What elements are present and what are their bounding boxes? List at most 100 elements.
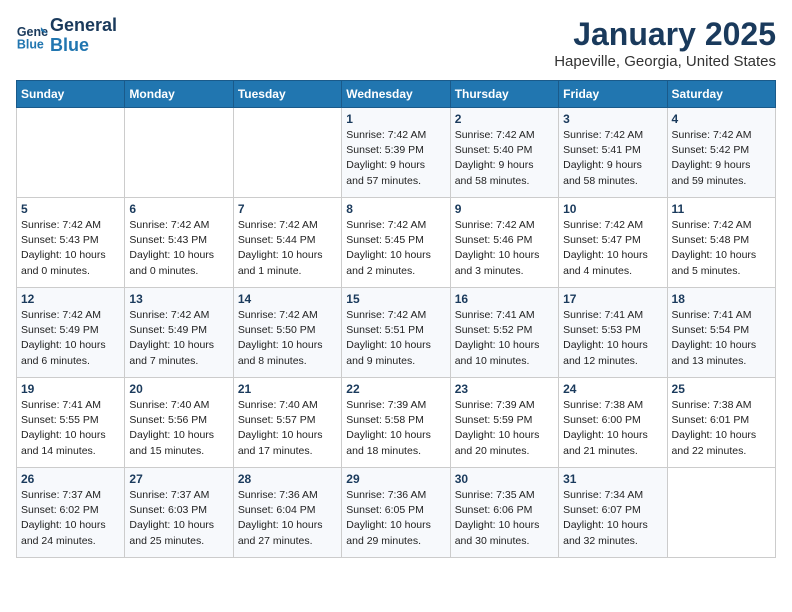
day-info: Sunrise: 7:35 AMSunset: 6:06 PMDaylight:… bbox=[455, 488, 554, 549]
calendar-cell: 8 Sunrise: 7:42 AMSunset: 5:45 PMDaylight… bbox=[342, 198, 450, 288]
calendar-cell: 21 Sunrise: 7:40 AMSunset: 5:57 PMDayligh… bbox=[233, 378, 341, 468]
day-number: 26 bbox=[21, 472, 120, 486]
title-block: January 2025 Hapeville, Georgia, United … bbox=[554, 16, 776, 70]
calendar-cell: 4 Sunrise: 7:42 AMSunset: 5:42 PMDaylight… bbox=[667, 108, 775, 198]
day-number: 9 bbox=[455, 202, 554, 216]
calendar-cell: 23 Sunrise: 7:39 AMSunset: 5:59 PMDayligh… bbox=[450, 378, 558, 468]
day-info: Sunrise: 7:42 AMSunset: 5:48 PMDaylight:… bbox=[672, 218, 771, 279]
header: General Blue General Blue January 2025 H… bbox=[16, 16, 776, 70]
day-info: Sunrise: 7:42 AMSunset: 5:51 PMDaylight:… bbox=[346, 308, 445, 369]
calendar-cell: 18 Sunrise: 7:41 AMSunset: 5:54 PMDayligh… bbox=[667, 288, 775, 378]
calendar-table: SundayMondayTuesdayWednesdayThursdayFrid… bbox=[16, 80, 776, 558]
day-info: Sunrise: 7:42 AMSunset: 5:40 PMDaylight:… bbox=[455, 128, 554, 189]
day-info: Sunrise: 7:36 AMSunset: 6:05 PMDaylight:… bbox=[346, 488, 445, 549]
day-info: Sunrise: 7:39 AMSunset: 5:59 PMDaylight:… bbox=[455, 398, 554, 459]
calendar-cell: 22Sunrise: 7:39 AMSunset: 5:58 PMDayligh… bbox=[342, 378, 450, 468]
day-info: Sunrise: 7:36 AMSunset: 6:04 PMDaylight:… bbox=[238, 488, 337, 549]
day-info: Sunrise: 7:42 AMSunset: 5:41 PMDaylight:… bbox=[563, 128, 662, 189]
day-number: 4 bbox=[672, 112, 771, 126]
day-number: 24 bbox=[563, 382, 662, 396]
day-number: 30 bbox=[455, 472, 554, 486]
week-row-1: 1Sunrise: 7:42 AMSunset: 5:39 PMDaylight… bbox=[17, 108, 776, 198]
day-number: 27 bbox=[129, 472, 228, 486]
day-number: 17 bbox=[563, 292, 662, 306]
calendar-cell: 15 Sunrise: 7:42 AMSunset: 5:51 PMDayligh… bbox=[342, 288, 450, 378]
calendar-cell: 1Sunrise: 7:42 AMSunset: 5:39 PMDaylight… bbox=[342, 108, 450, 198]
svg-text:Blue: Blue bbox=[17, 37, 44, 51]
day-number: 2 bbox=[455, 112, 554, 126]
calendar-cell: 12 Sunrise: 7:42 AMSunset: 5:49 PMDayligh… bbox=[17, 288, 125, 378]
day-info: Sunrise: 7:42 AMSunset: 5:49 PMDaylight:… bbox=[129, 308, 228, 369]
calendar-cell: 25 Sunrise: 7:38 AMSunset: 6:01 PMDayligh… bbox=[667, 378, 775, 468]
day-info: Sunrise: 7:38 AMSunset: 6:00 PMDaylight:… bbox=[563, 398, 662, 459]
calendar-subtitle: Hapeville, Georgia, United States bbox=[554, 53, 776, 70]
logo-text: General Blue bbox=[50, 16, 117, 56]
week-row-5: 26 Sunrise: 7:37 AMSunset: 6:02 PMDayligh… bbox=[17, 468, 776, 558]
day-info: Sunrise: 7:42 AMSunset: 5:45 PMDaylight:… bbox=[346, 218, 445, 279]
day-number: 20 bbox=[129, 382, 228, 396]
calendar-cell: 14Sunrise: 7:42 AMSunset: 5:50 PMDayligh… bbox=[233, 288, 341, 378]
calendar-cell: 26 Sunrise: 7:37 AMSunset: 6:02 PMDayligh… bbox=[17, 468, 125, 558]
day-number: 1 bbox=[346, 112, 445, 126]
week-row-4: 19 Sunrise: 7:41 AMSunset: 5:55 PMDayligh… bbox=[17, 378, 776, 468]
day-number: 8 bbox=[346, 202, 445, 216]
day-header-monday: Monday bbox=[125, 81, 233, 108]
day-info: Sunrise: 7:41 AMSunset: 5:55 PMDaylight:… bbox=[21, 398, 120, 459]
day-number: 7 bbox=[238, 202, 337, 216]
calendar-cell: 9 Sunrise: 7:42 AMSunset: 5:46 PMDaylight… bbox=[450, 198, 558, 288]
day-info: Sunrise: 7:40 AMSunset: 5:57 PMDaylight:… bbox=[238, 398, 337, 459]
day-info: Sunrise: 7:42 AMSunset: 5:47 PMDaylight:… bbox=[563, 218, 662, 279]
day-info: Sunrise: 7:38 AMSunset: 6:01 PMDaylight:… bbox=[672, 398, 771, 459]
day-info: Sunrise: 7:42 AMSunset: 5:46 PMDaylight:… bbox=[455, 218, 554, 279]
day-number: 15 bbox=[346, 292, 445, 306]
calendar-cell: 13Sunrise: 7:42 AMSunset: 5:49 PMDayligh… bbox=[125, 288, 233, 378]
calendar-cell bbox=[233, 108, 341, 198]
day-info: Sunrise: 7:34 AMSunset: 6:07 PMDaylight:… bbox=[563, 488, 662, 549]
day-info: Sunrise: 7:42 AMSunset: 5:50 PMDaylight:… bbox=[238, 308, 337, 369]
day-info: Sunrise: 7:37 AMSunset: 6:02 PMDaylight:… bbox=[21, 488, 120, 549]
calendar-cell bbox=[667, 468, 775, 558]
calendar-cell: 30 Sunrise: 7:35 AMSunset: 6:06 PMDayligh… bbox=[450, 468, 558, 558]
day-header-friday: Friday bbox=[559, 81, 667, 108]
calendar-cell bbox=[17, 108, 125, 198]
day-header-tuesday: Tuesday bbox=[233, 81, 341, 108]
day-number: 6 bbox=[129, 202, 228, 216]
day-info: Sunrise: 7:42 AMSunset: 5:44 PMDaylight:… bbox=[238, 218, 337, 279]
calendar-cell: 10 Sunrise: 7:42 AMSunset: 5:47 PMDayligh… bbox=[559, 198, 667, 288]
day-number: 21 bbox=[238, 382, 337, 396]
week-row-2: 5Sunrise: 7:42 AMSunset: 5:43 PMDaylight… bbox=[17, 198, 776, 288]
day-number: 10 bbox=[563, 202, 662, 216]
day-number: 3 bbox=[563, 112, 662, 126]
day-info: Sunrise: 7:41 AMSunset: 5:53 PMDaylight:… bbox=[563, 308, 662, 369]
calendar-cell: 27 Sunrise: 7:37 AMSunset: 6:03 PMDayligh… bbox=[125, 468, 233, 558]
day-number: 29 bbox=[346, 472, 445, 486]
day-number: 12 bbox=[21, 292, 120, 306]
day-number: 25 bbox=[672, 382, 771, 396]
day-info: Sunrise: 7:42 AMSunset: 5:49 PMDaylight:… bbox=[21, 308, 120, 369]
calendar-cell: 16Sunrise: 7:41 AMSunset: 5:52 PMDayligh… bbox=[450, 288, 558, 378]
calendar-cell bbox=[125, 108, 233, 198]
day-header-saturday: Saturday bbox=[667, 81, 775, 108]
day-number: 23 bbox=[455, 382, 554, 396]
day-number: 31 bbox=[563, 472, 662, 486]
day-number: 11 bbox=[672, 202, 771, 216]
calendar-cell: 7 Sunrise: 7:42 AMSunset: 5:44 PMDaylight… bbox=[233, 198, 341, 288]
calendar-cell: 6 Sunrise: 7:42 AMSunset: 5:43 PMDaylight… bbox=[125, 198, 233, 288]
day-number: 18 bbox=[672, 292, 771, 306]
calendar-cell: 19 Sunrise: 7:41 AMSunset: 5:55 PMDayligh… bbox=[17, 378, 125, 468]
day-info: Sunrise: 7:42 AMSunset: 5:42 PMDaylight:… bbox=[672, 128, 771, 189]
calendar-cell: 11 Sunrise: 7:42 AMSunset: 5:48 PMDayligh… bbox=[667, 198, 775, 288]
day-info: Sunrise: 7:37 AMSunset: 6:03 PMDaylight:… bbox=[129, 488, 228, 549]
day-info: Sunrise: 7:41 AMSunset: 5:54 PMDaylight:… bbox=[672, 308, 771, 369]
calendar-cell: 28Sunrise: 7:36 AMSunset: 6:04 PMDayligh… bbox=[233, 468, 341, 558]
day-info: Sunrise: 7:41 AMSunset: 5:52 PMDaylight:… bbox=[455, 308, 554, 369]
calendar-cell: 24 Sunrise: 7:38 AMSunset: 6:00 PMDayligh… bbox=[559, 378, 667, 468]
calendar-cell: 2 Sunrise: 7:42 AMSunset: 5:40 PMDaylight… bbox=[450, 108, 558, 198]
calendar-cell: 5Sunrise: 7:42 AMSunset: 5:43 PMDaylight… bbox=[17, 198, 125, 288]
day-header-thursday: Thursday bbox=[450, 81, 558, 108]
logo-line1: General bbox=[50, 15, 117, 35]
day-number: 19 bbox=[21, 382, 120, 396]
logo-icon: General Blue bbox=[16, 20, 48, 52]
day-info: Sunrise: 7:42 AMSunset: 5:43 PMDaylight:… bbox=[129, 218, 228, 279]
week-row-3: 12 Sunrise: 7:42 AMSunset: 5:49 PMDayligh… bbox=[17, 288, 776, 378]
